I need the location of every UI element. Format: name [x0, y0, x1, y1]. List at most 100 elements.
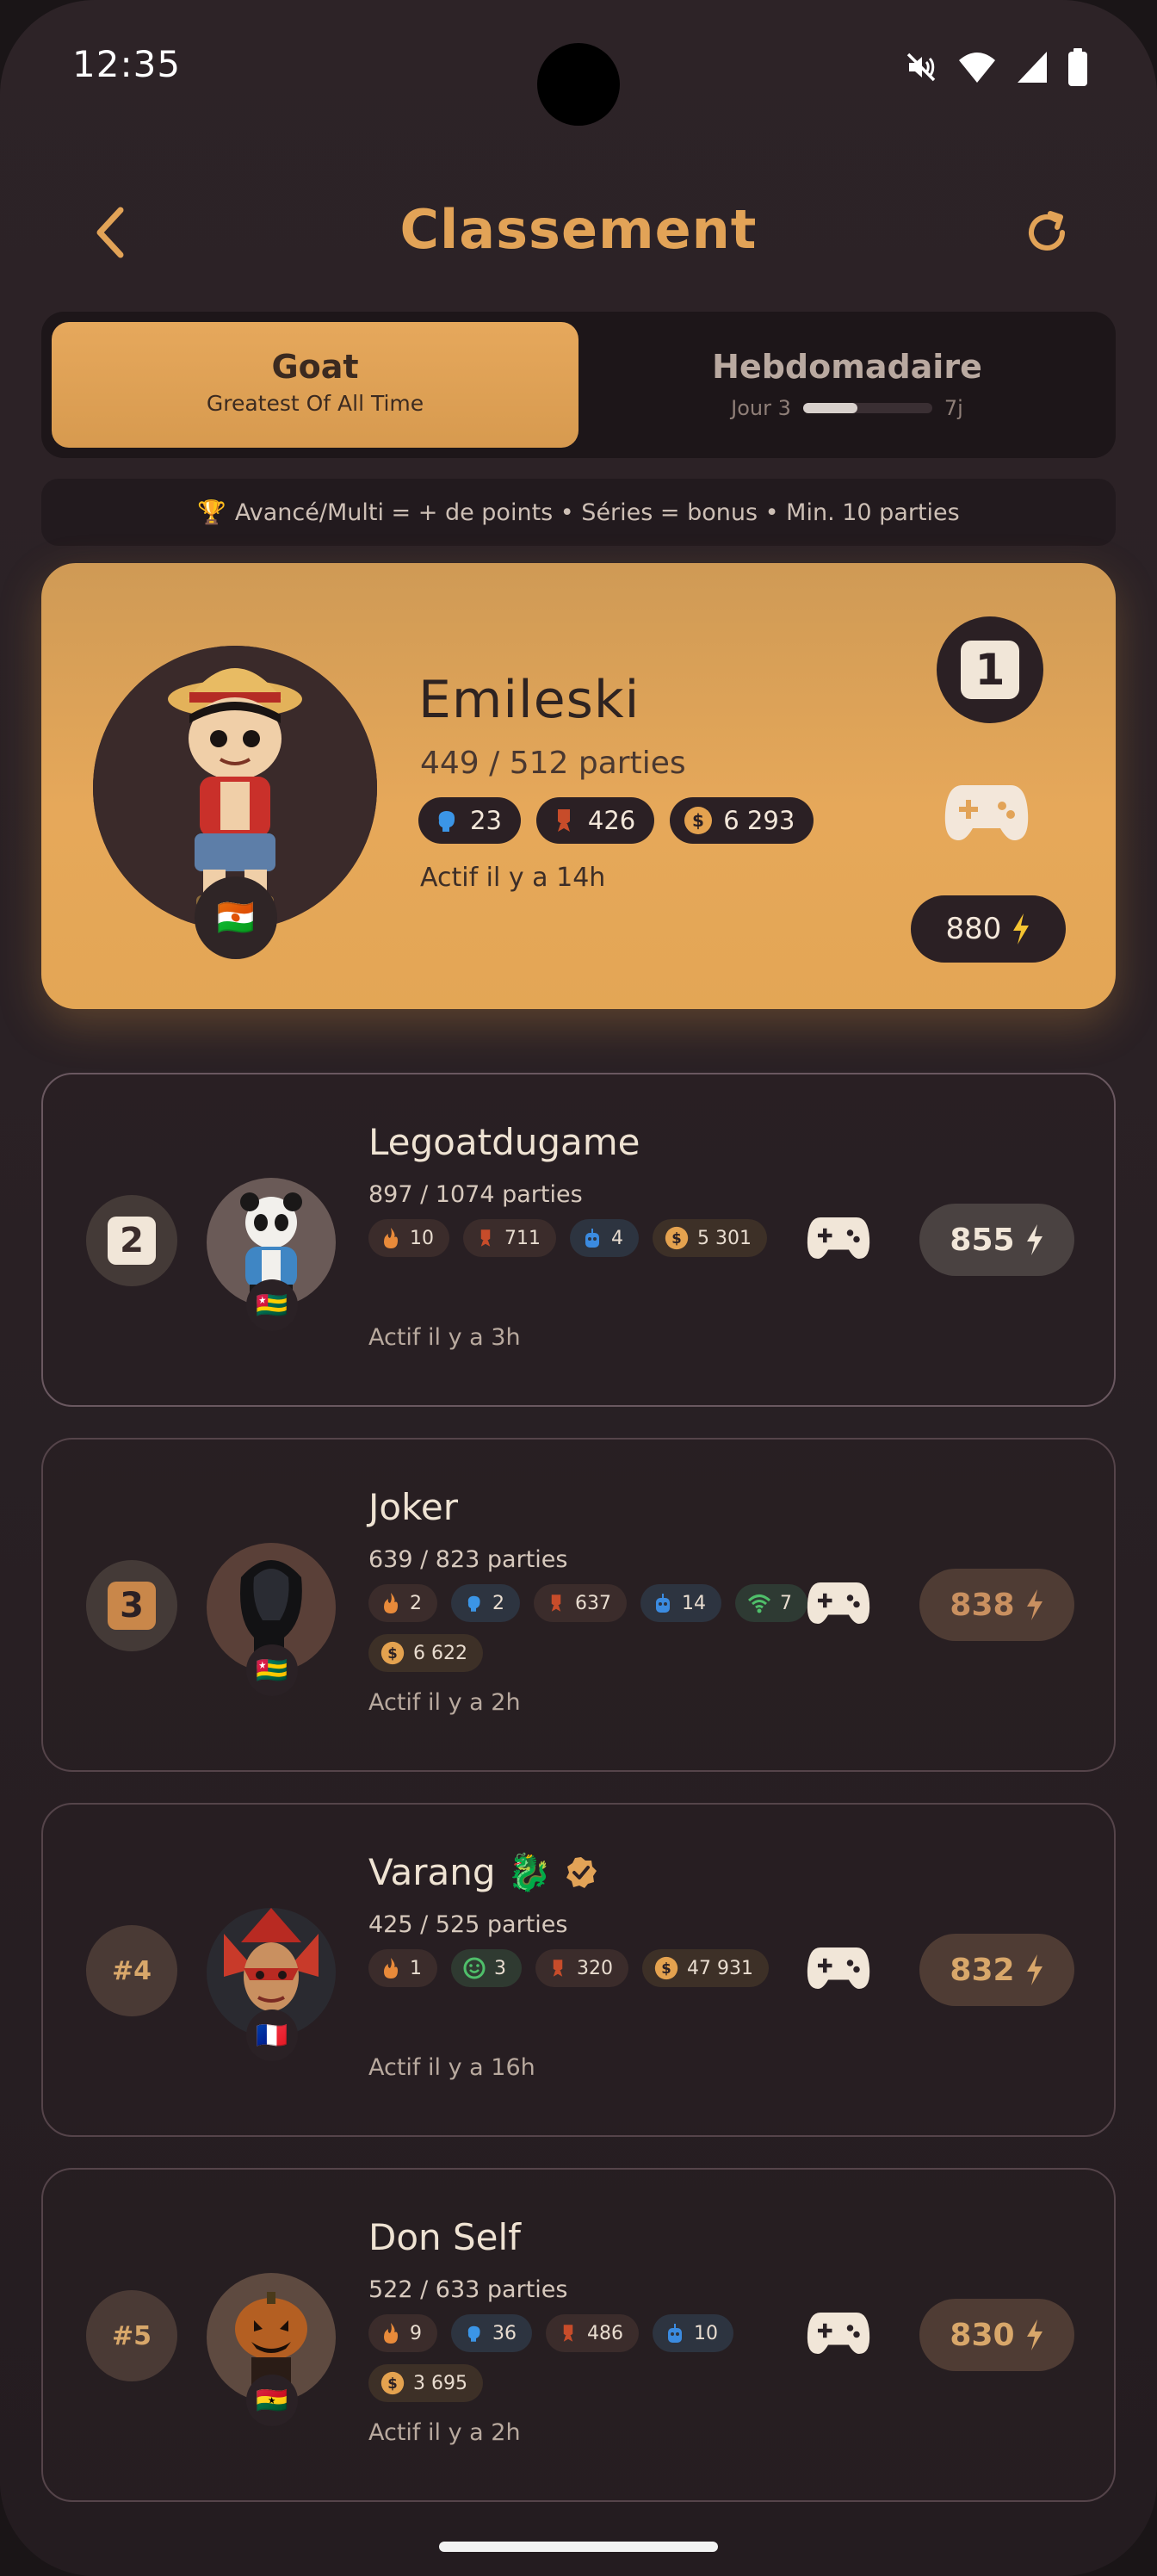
- robot-icon: [668, 2324, 682, 2343]
- status-icons: [904, 48, 1088, 86]
- status-time: 12:35: [72, 43, 182, 85]
- coin-icon: $: [665, 1226, 689, 1250]
- games-count: 897 / 1074 parties: [368, 1181, 583, 1208]
- stat-pills: 23 426 $ 6 293: [418, 797, 814, 844]
- coin-icon: $: [654, 1956, 678, 1980]
- robot-icon: [585, 1229, 599, 1248]
- player-name-row: Joker: [368, 1486, 458, 1528]
- player-card[interactable]: 3 🇹🇬 Joker 639 / 823 parties 2 2 637 14 7 $6 …: [41, 1438, 1116, 1772]
- stat-pills: 2 2 637 14 7 $6 622: [368, 1584, 816, 1672]
- gamepad-icon[interactable]: [944, 778, 1030, 851]
- gamepad-icon[interactable]: [806, 1942, 871, 1997]
- scoring-info-bar: 🏆 Avancé/Multi = + de points • Séries = …: [41, 479, 1116, 546]
- top-bar: Classement: [0, 181, 1157, 284]
- medal-icon: [480, 1229, 491, 1247]
- rank-badge: 2: [86, 1195, 177, 1286]
- player-name: Emileski: [418, 670, 640, 730]
- fire-icon: [384, 1958, 398, 1978]
- lightning-icon: [1026, 1954, 1043, 1985]
- stat-pill-coin: $ 6 293: [670, 797, 814, 844]
- leader-card[interactable]: 🇳🇪 Emileski 449 / 512 parties 23 426 $ 6…: [41, 563, 1116, 1009]
- country-flag: 🇹🇬: [246, 1644, 298, 1696]
- tab-weekly[interactable]: Hebdomadaire Jour 3 7j: [589, 322, 1105, 448]
- gamepad-icon[interactable]: [806, 2307, 871, 2362]
- tab-goat-subtitle: Greatest Of All Time: [206, 391, 424, 416]
- fire-icon: [384, 1228, 398, 1248]
- stat-value: 2: [410, 1592, 422, 1614]
- week-progress: Jour 3 7j: [589, 396, 1105, 420]
- stat-pill-medal: 486: [546, 2314, 639, 2352]
- stat-pill-fire: 1: [368, 1949, 437, 1987]
- flag-emoji: 🇹🇬: [256, 1655, 288, 1686]
- flag-emoji: 🇹🇬: [256, 1290, 288, 1321]
- rank-number: #4: [111, 1955, 152, 1986]
- stat-value: 711: [504, 1227, 541, 1249]
- player-card[interactable]: #4 🇫🇷 Varang 🐉 425 / 525 parties 1 3 320 $4…: [41, 1803, 1116, 2137]
- medal-icon: [551, 1595, 561, 1612]
- ranking-tabs: Goat Greatest Of All Time Hebdomadaire J…: [41, 312, 1116, 458]
- rank-badge: #4: [86, 1925, 177, 2016]
- stat-pill-medal: 711: [463, 1219, 556, 1257]
- gamepad-icon[interactable]: [806, 1212, 871, 1267]
- rank-number: 2: [108, 1217, 156, 1265]
- stat-value: 10: [410, 1227, 434, 1249]
- rank-number: 1: [961, 641, 1019, 699]
- wifi-icon: [959, 53, 995, 83]
- coin-icon: $: [381, 2371, 405, 2395]
- games-count: 425 / 525 parties: [368, 1911, 568, 1938]
- player-name-row: Legoatdugame: [368, 1121, 640, 1163]
- country-flag: 🇬🇭: [246, 2375, 298, 2426]
- stat-pill-fire: 9: [368, 2314, 437, 2352]
- stat-pills: 1 3 320 $47 931: [368, 1949, 816, 1987]
- score-pill: 832: [919, 1934, 1074, 2006]
- flag-emoji: 🇫🇷: [256, 2020, 288, 2051]
- stat-value: 14: [682, 1592, 706, 1614]
- player-card[interactable]: 2 🇹🇬 Legoatdugame 897 / 1074 parties 10 7…: [41, 1073, 1116, 1407]
- page-title: Classement: [399, 198, 758, 261]
- rank-number: #5: [111, 2320, 152, 2351]
- stat-pill-robot: 4: [570, 1219, 639, 1257]
- player-name: Legoatdugame: [368, 1121, 640, 1163]
- stat-pill-brain: 23: [418, 797, 521, 844]
- stat-pills: 10 711 4 $5 301: [368, 1219, 816, 1257]
- wifi-icon: [747, 1595, 771, 1613]
- stat-value: 3 695: [413, 2372, 467, 2394]
- stat-value: 47 931: [687, 1957, 753, 1979]
- svg-text:$: $: [387, 2375, 397, 2392]
- games-count: 522 / 633 parties: [368, 2276, 568, 2303]
- stat-value: 2: [492, 1592, 504, 1614]
- rank-badge: 3: [86, 1560, 177, 1651]
- brain-icon: [467, 2325, 480, 2342]
- stat-pill-medal: 426: [535, 797, 655, 844]
- stat-value: 6 293: [723, 806, 795, 835]
- refresh-icon: [1029, 211, 1065, 251]
- score-value: 830: [950, 2317, 1015, 2353]
- svg-text:$: $: [661, 1960, 671, 1977]
- stat-value: 6 622: [413, 1642, 467, 1664]
- stat-value: 36: [492, 2322, 517, 2344]
- home-indicator[interactable]: [439, 2542, 718, 2552]
- tab-goat[interactable]: Goat Greatest Of All Time: [52, 322, 578, 448]
- smile-icon: [463, 1957, 486, 1979]
- score-value: 855: [950, 1222, 1015, 1258]
- medal-icon: [553, 1960, 563, 1977]
- battery-icon: [1068, 48, 1087, 86]
- stat-pill-medal: 320: [535, 1949, 628, 1987]
- stat-value: 320: [577, 1957, 613, 1979]
- stat-pill-brain: 36: [451, 2314, 532, 2352]
- stat-value: 9: [410, 2322, 422, 2344]
- week-end-label: 7j: [944, 396, 963, 420]
- rank-badge: 1: [937, 616, 1043, 723]
- last-active: Actif il y a 16h: [368, 2054, 535, 2081]
- scoring-info-text: Avancé/Multi = + de points • Séries = bo…: [234, 498, 960, 526]
- player-card[interactable]: #5 🇬🇭 Don Self 522 / 633 parties 9 36 486 1…: [41, 2168, 1116, 2502]
- trophy-icon: 🏆: [197, 499, 226, 526]
- score-value: 838: [950, 1587, 1015, 1623]
- stat-pill-robot: 10: [653, 2314, 733, 2352]
- week-day-label: Jour 3: [731, 396, 791, 420]
- stat-pill-medal: 637: [534, 1584, 627, 1622]
- gamepad-icon[interactable]: [806, 1577, 871, 1632]
- svg-text:$: $: [692, 810, 704, 831]
- refresh-button[interactable]: [1012, 198, 1081, 267]
- lightning-icon: [1026, 1224, 1043, 1255]
